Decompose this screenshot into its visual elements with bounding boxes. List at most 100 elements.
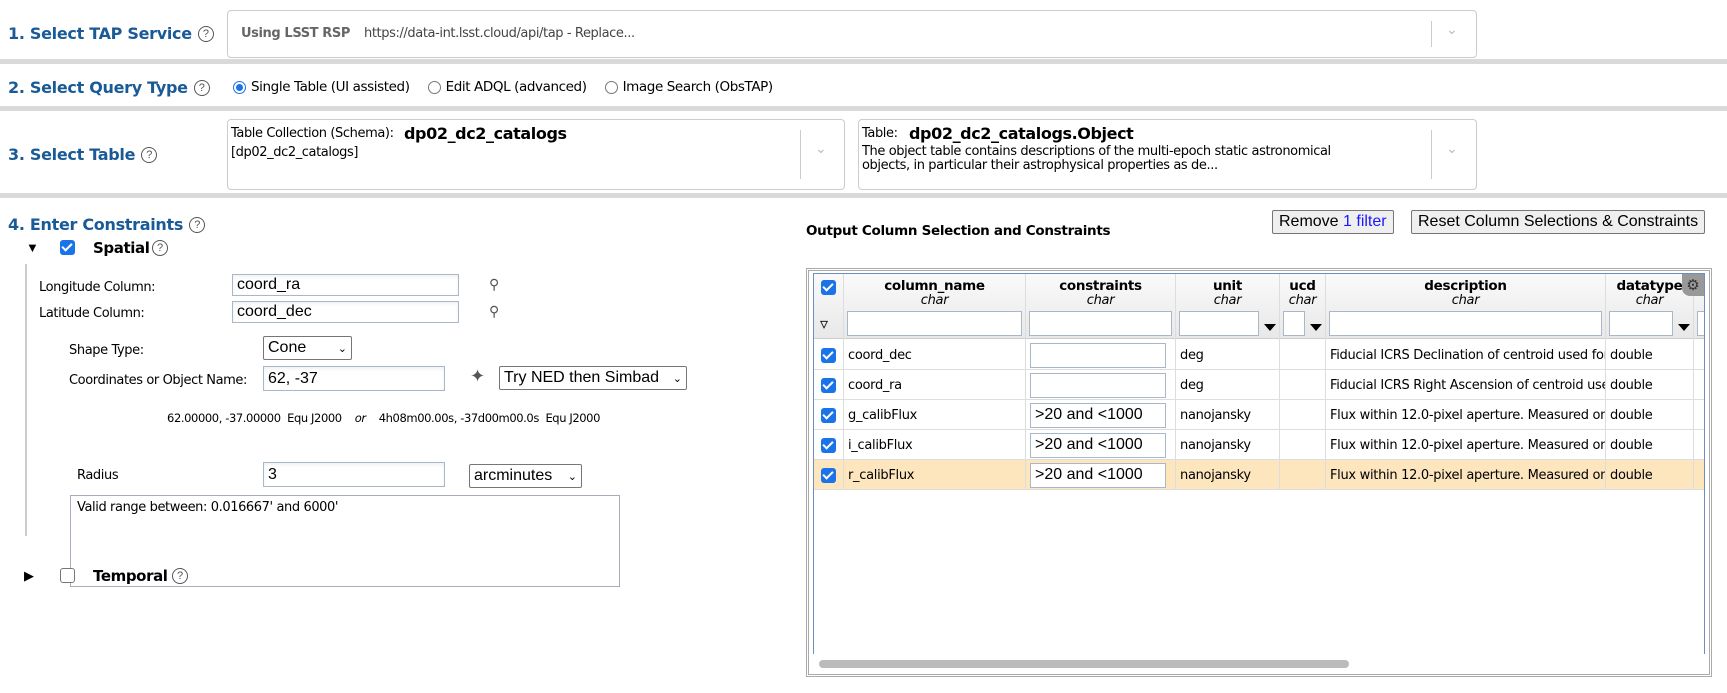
cell-ucd: [1280, 430, 1326, 460]
radio-button[interactable]: [427, 80, 441, 94]
tap-service-select[interactable]: Using LSST RSP https://data-int.lsst.clo…: [227, 10, 1477, 58]
constraint-input[interactable]: >20 and <1000: [1030, 402, 1166, 428]
coords-sexagesimal: 4h08m00.00s, -37d00m00.0s Equ J2000: [378, 411, 601, 425]
table-header: ▿ column_name char constraints char unit…: [814, 273, 1704, 340]
table-select[interactable]: Table: dp02_dc2_catalogs.Object The obje…: [858, 119, 1477, 190]
row-checkbox[interactable]: [821, 437, 836, 453]
radio-button[interactable]: [604, 80, 618, 94]
temporal-checkbox[interactable]: [60, 568, 75, 583]
radius-input[interactable]: 3: [263, 462, 445, 487]
schema-label: Table Collection (Schema):: [231, 126, 394, 141]
service-label: Using LSST RSP: [241, 26, 350, 41]
header-constraints[interactable]: constraints char: [1026, 274, 1176, 340]
table-row[interactable]: coord_dec deg Fiducial ICRS Declination …: [814, 340, 1704, 370]
dropdown-arrow-icon[interactable]: [1678, 324, 1690, 331]
output-columns-table: ▿ column_name char constraints char unit…: [806, 268, 1712, 677]
row-checkbox[interactable]: [821, 467, 836, 483]
radio-edit-adql[interactable]: Edit ADQL (advanced): [427, 79, 587, 95]
select-all-checkbox[interactable]: [821, 280, 836, 295]
remove-filter-button[interactable]: Remove 1 filter: [1272, 210, 1394, 234]
constraint-input[interactable]: [1030, 372, 1166, 398]
column-header-type: char: [1086, 293, 1115, 308]
query-type-radio-group: Single Table (UI assisted) Edit ADQL (ad…: [233, 79, 773, 95]
column-header-type: char: [1451, 293, 1480, 308]
shape-type-label: Shape Type:: [69, 343, 144, 358]
constraint-input[interactable]: [1030, 342, 1166, 368]
radio-button-selected[interactable]: [233, 80, 246, 94]
cell-overflow: [1694, 430, 1704, 460]
cell-column-name: r_calibFlux: [844, 460, 1026, 490]
table-row[interactable]: coord_ra deg Fiducial ICRS Right Ascensi…: [814, 370, 1704, 400]
row-checkbox[interactable]: [821, 347, 836, 363]
longitude-input[interactable]: coord_ra: [232, 274, 459, 296]
chevron-down-icon[interactable]: ⌄: [1446, 140, 1458, 157]
spatial-checkbox[interactable]: [60, 240, 75, 255]
section-title-text: 2. Select Query Type: [8, 78, 188, 97]
help-icon[interactable]: ?: [189, 216, 206, 233]
name-resolver-select[interactable]: Try NED then Simbad ⌄: [499, 366, 687, 390]
search-icon[interactable]: ⚲: [489, 303, 499, 320]
radius-label: Radius: [77, 468, 119, 483]
constraint-input[interactable]: >20 and <1000: [1030, 432, 1166, 458]
reset-columns-button[interactable]: Reset Column Selections & Constraints: [1411, 210, 1706, 234]
dropdown-arrow-icon[interactable]: [1310, 324, 1322, 331]
row-select-cell: [814, 430, 844, 460]
filter-icon[interactable]: ▿: [820, 314, 828, 334]
filter-input-ucd[interactable]: [1283, 311, 1305, 336]
section-select-table: 3. Select Table ? Table Collection (Sche…: [0, 111, 1727, 198]
table-row[interactable]: i_calibFlux >20 and <1000 nanojansky Flu…: [814, 430, 1704, 460]
chevron-down-icon: ⌄: [567, 470, 577, 483]
search-icon[interactable]: ⚲: [489, 276, 499, 293]
resolver-cursor-icon[interactable]: ✦: [470, 366, 485, 387]
cell-constraints: >20 and <1000: [1026, 400, 1176, 430]
help-icon[interactable]: ?: [141, 146, 158, 163]
row-select-cell: [814, 400, 844, 430]
select-divider: [800, 130, 801, 179]
cell-datatype: double: [1606, 340, 1694, 370]
chevron-down-icon[interactable]: ⌄: [1446, 21, 1458, 38]
filter-input-unit[interactable]: [1179, 311, 1259, 336]
help-icon[interactable]: ?: [152, 240, 168, 256]
filter-input-datatype[interactable]: [1609, 311, 1673, 336]
column-header-name: unit: [1212, 278, 1243, 294]
output-columns-title: Output Column Selection and Constraints: [806, 223, 1111, 239]
radio-image-search[interactable]: Image Search (ObsTAP): [604, 79, 774, 95]
header-ucd[interactable]: ucd char: [1280, 274, 1326, 340]
filter-input-column-name[interactable]: [847, 311, 1022, 336]
table-row[interactable]: r_calibFlux >20 and <1000 nanojansky Flu…: [814, 460, 1704, 490]
horizontal-scrollbar[interactable]: [819, 660, 1349, 668]
chevron-down-icon: ⌄: [337, 342, 347, 355]
filter-input-constraints[interactable]: [1029, 311, 1172, 336]
help-icon[interactable]: ?: [197, 25, 214, 42]
spatial-panel-border: [25, 264, 27, 536]
cell-unit: nanojansky: [1176, 400, 1280, 430]
help-icon[interactable]: ?: [193, 79, 210, 96]
help-icon[interactable]: ?: [172, 568, 188, 584]
cell-column-name: coord_dec: [844, 340, 1026, 370]
row-checkbox[interactable]: [821, 407, 836, 423]
dropdown-arrow-icon[interactable]: [1264, 324, 1276, 331]
filter-input-overflow[interactable]: [1697, 311, 1704, 336]
coords-decimal: 62.00000, -37.00000 Equ J2000: [167, 411, 342, 425]
shape-type-select[interactable]: Cone ⌄: [263, 336, 352, 360]
header-description[interactable]: description char: [1326, 274, 1606, 340]
constraint-input[interactable]: >20 and <1000: [1030, 462, 1166, 488]
filter-input-description[interactable]: [1329, 311, 1602, 336]
gear-icon[interactable]: ⚙: [1682, 274, 1704, 296]
coordinates-input[interactable]: 62, -37: [263, 366, 445, 391]
table-description: The object table contains descriptions o…: [862, 144, 1331, 173]
radio-label: Image Search (ObsTAP): [622, 79, 774, 95]
expand-temporal-toggle[interactable]: ▶: [24, 568, 34, 584]
radio-single-table[interactable]: Single Table (UI assisted): [233, 79, 410, 95]
header-datatype[interactable]: datatype char: [1606, 274, 1694, 340]
expand-spatial-toggle[interactable]: ▼: [26, 240, 39, 255]
column-header-type: char: [1288, 293, 1317, 308]
chevron-down-icon[interactable]: ⌄: [815, 140, 827, 157]
header-unit[interactable]: unit char: [1176, 274, 1280, 340]
row-checkbox[interactable]: [821, 377, 836, 393]
header-column-name[interactable]: column_name char: [844, 274, 1026, 340]
schema-select[interactable]: Table Collection (Schema): dp02_dc2_cata…: [227, 119, 845, 190]
radius-unit-select[interactable]: arcminutes ⌄: [469, 464, 582, 488]
table-row[interactable]: g_calibFlux >20 and <1000 nanojansky Flu…: [814, 400, 1704, 430]
latitude-input[interactable]: coord_dec: [232, 301, 459, 323]
